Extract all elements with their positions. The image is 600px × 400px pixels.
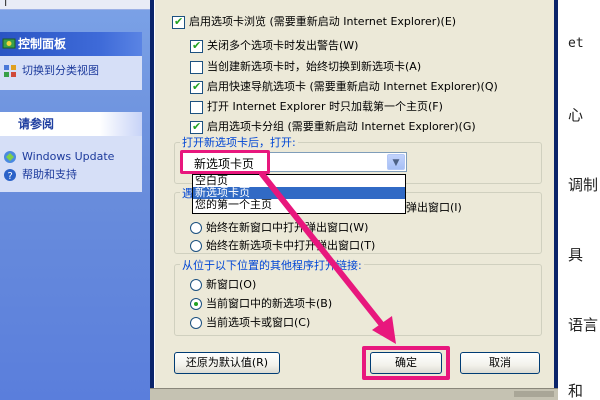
radio-label: 新窗口(O) xyxy=(206,278,257,291)
radio-links-new-window[interactable]: 新窗口(O) xyxy=(190,277,256,293)
checkbox-label: 启用快速导航选项卡 (需要重新启动 Internet Explorer)(Q) xyxy=(207,80,498,93)
checkbox-tab-groups[interactable]: 启用选项卡分组 (需要重新启动 Internet Explorer)(G) xyxy=(190,119,476,135)
checkbox-box[interactable] xyxy=(190,61,203,74)
chevron-down-icon[interactable]: ▼ xyxy=(387,154,405,170)
radio-label: 始终在新窗口中打开弹出窗口(W) xyxy=(206,221,369,234)
strip-handle xyxy=(514,391,554,397)
top-strip: I xyxy=(0,0,150,10)
checkbox-label: 启用选项卡浏览 (需要重新启动 Internet Explorer)(E) xyxy=(189,15,457,28)
doc-fragment: 调制 xyxy=(568,176,599,194)
checkbox-label: 启用选项卡分组 (需要重新启动 Internet Explorer)(G) xyxy=(207,120,476,133)
control-panel-icon xyxy=(2,38,16,49)
control-panel-box: 控制面板 切换到分类视图 xyxy=(0,32,142,90)
radio-label: 弹出窗口(I) xyxy=(406,201,462,214)
switch-view-icon xyxy=(4,65,16,77)
switch-view-link[interactable]: 切换到分类视图 xyxy=(0,62,142,80)
checkbox-box[interactable] xyxy=(172,14,185,30)
radio-label: 当前选项卡或窗口(C) xyxy=(206,316,311,329)
radio-label: 始终在新选项卡中打开弹出窗口(T) xyxy=(206,239,376,252)
svg-text:?: ? xyxy=(8,171,13,182)
help-support-link[interactable]: ? 帮助和支持 xyxy=(0,166,142,184)
checkbox-box[interactable] xyxy=(190,38,203,54)
checkbox-load-first-home-page[interactable]: 打开 Internet Explorer 时只加载第一个主页(F) xyxy=(190,99,443,115)
radio-links-new-tab[interactable]: 当前窗口中的新选项卡(B) xyxy=(190,296,332,312)
doc-fragment: 和 xyxy=(568,382,584,400)
new-tab-group-label: 打开新选项卡后，打开: xyxy=(180,134,298,150)
background-document: et 心 调制 具 语言 和 xyxy=(558,0,600,400)
checkbox-switch-to-new-tab[interactable]: 当创建新选项卡时，始终切换到新选项卡(A) xyxy=(190,59,421,75)
windows-update-link[interactable]: Windows Update xyxy=(0,148,142,166)
cancel-button[interactable]: 取消 xyxy=(460,352,540,374)
checkbox-quick-tabs[interactable]: 启用快速导航选项卡 (需要重新启动 Internet Explorer)(Q) xyxy=(190,79,498,95)
doc-fragment: 心 xyxy=(568,106,584,124)
dialog-bottom-strip xyxy=(150,388,558,400)
help-icon: ? xyxy=(4,169,16,182)
links-group-label: 从位于以下位置的其他程序打开链接: xyxy=(180,257,364,273)
checkbox-enable-tabbed-browsing[interactable]: 启用选项卡浏览 (需要重新启动 Internet Explorer)(E) xyxy=(172,14,456,30)
radio-dot[interactable] xyxy=(190,222,202,234)
select-highlight-annotation xyxy=(180,150,270,174)
radio-dot[interactable] xyxy=(190,298,202,310)
see-also-header[interactable]: 请参阅 xyxy=(0,112,142,136)
checkbox-label: 关闭多个选项卡时发出警告(W) xyxy=(207,39,359,52)
see-also-title: 请参阅 xyxy=(18,117,55,131)
radio-dot[interactable] xyxy=(190,240,202,252)
help-support-label: 帮助和支持 xyxy=(22,168,77,181)
doc-fragment: 具 xyxy=(568,246,584,264)
control-panel-header[interactable]: 控制面板 xyxy=(0,32,142,56)
control-panel-title: 控制面板 xyxy=(18,37,67,51)
checkbox-box[interactable] xyxy=(190,119,203,135)
checkbox-box[interactable] xyxy=(190,101,203,114)
radio-popup-new-window[interactable]: 始终在新窗口中打开弹出窗口(W) xyxy=(190,220,368,236)
radio-popup-new-tab[interactable]: 始终在新选项卡中打开弹出窗口(T) xyxy=(190,238,375,254)
checkbox-label: 当创建新选项卡时，始终切换到新选项卡(A) xyxy=(207,60,422,73)
windows-update-label: Windows Update xyxy=(22,150,115,163)
checkbox-box[interactable] xyxy=(190,79,203,95)
radio-links-current[interactable]: 当前选项卡或窗口(C) xyxy=(190,315,310,331)
radio-dot[interactable] xyxy=(190,279,202,291)
top-partial-text: I xyxy=(4,0,8,9)
radio-dot[interactable] xyxy=(190,317,202,329)
restore-default-button[interactable]: 还原为默认值(R) xyxy=(174,352,280,374)
doc-fragment: 语言 xyxy=(568,316,599,334)
dropdown-option[interactable]: 您的第一个主页 xyxy=(193,199,405,211)
windows-update-icon xyxy=(4,151,16,163)
doc-fragment: et xyxy=(568,36,584,51)
radio-label: 当前窗口中的新选项卡(B) xyxy=(206,297,333,310)
ok-highlight-annotation xyxy=(362,346,450,380)
switch-view-label: 切换到分类视图 xyxy=(22,64,99,77)
control-panel-task-pane: I 控制面板 切换到分类视图 请参阅 Windows Update ? 帮助和支… xyxy=(0,0,150,400)
checkbox-label: 打开 Internet Explorer 时只加载第一个主页(F) xyxy=(207,100,443,113)
checkbox-warn-close-multiple[interactable]: 关闭多个选项卡时发出警告(W) xyxy=(190,38,358,54)
new-tab-dropdown-list: 空白页 新选项卡页 您的第一个主页 xyxy=(192,174,406,214)
see-also-box: 请参阅 Windows Update ? 帮助和支持 xyxy=(0,112,142,192)
